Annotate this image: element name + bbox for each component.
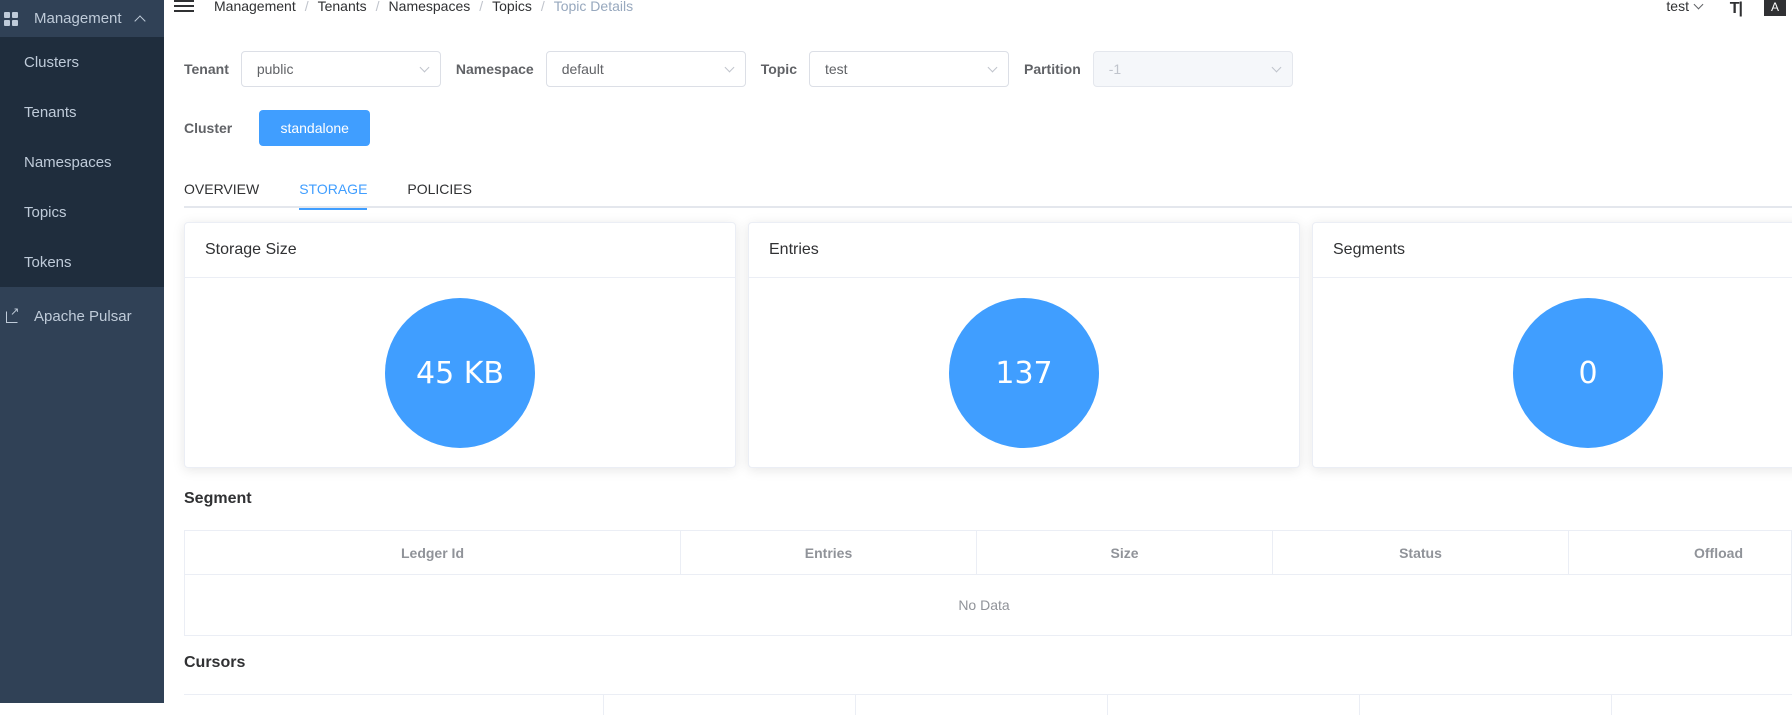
storage-size-card: Storage Size 45 KB [184,222,736,468]
tenant-select-value: public [256,61,294,77]
breadcrumb: Management / Tenants / Namespaces / Topics /… [214,0,634,14]
namespace-select-value: default [561,61,604,77]
partition-select-value: -1 [1108,61,1122,77]
sidebar-item-label: Namespaces [24,153,112,171]
topic-tabs: OVERVIEW STORAGE POLICIES [184,172,1792,210]
cluster-label: Cluster [184,120,233,136]
partition-select: -1 [1092,51,1293,87]
hamburger-menu-icon[interactable] [174,0,194,12]
topbar: Management / Tenants / Namespaces / Topics /… [164,0,1792,18]
tab-overview[interactable]: OVERVIEW [184,172,259,208]
sidebar-item-clusters[interactable]: Clusters [0,37,164,87]
chevron-down-icon [987,62,998,73]
sidebar-item-tokens[interactable]: Tokens [0,237,164,287]
partition-label: Partition [1023,61,1081,77]
cluster-standalone-button[interactable]: standalone [259,110,371,146]
entries-card: Entries 137 [748,222,1300,468]
chevron-down-icon [724,62,735,73]
sidebar-item-label: Topics [24,203,67,221]
sidebar-submenu: Clusters Tenants Namespaces Topics Token… [0,37,164,287]
card-title: Entries [749,223,1299,278]
column-size[interactable]: Size [977,531,1273,574]
tab-storage[interactable]: STORAGE [299,172,368,210]
filter-bar: Tenant public Namespace default Topic te… [184,51,1308,87]
main-content: Management / Tenants / Namespaces / Topics /… [164,0,1792,715]
topic-label: Topic [760,61,797,77]
column-entries[interactable]: Entries [681,531,977,574]
sidebar: Management Clusters Tenants Namespaces T… [0,0,164,703]
storage-cards: Storage Size 45 KB Entries 137 Segments … [184,222,1792,468]
tenant-select[interactable]: public [240,51,441,87]
segments-card: Segments 0 [1312,222,1792,468]
user-dropdown[interactable]: test [1666,0,1704,14]
sidebar-item-label: Tokens [24,253,72,271]
card-title: Segments [1313,223,1792,278]
language-icon[interactable]: A [1764,0,1786,16]
chevron-up-icon [133,14,146,27]
tenant-label: Tenant [184,61,229,77]
sidebar-menu-management[interactable]: Management [0,0,164,37]
card-title: Storage Size [185,223,735,278]
text-size-icon[interactable]: T| [1730,0,1743,18]
namespace-label: Namespace [455,61,534,77]
sidebar-item-label: Clusters [24,53,80,71]
entries-value: 137 [949,298,1099,448]
table-header: Ledger Id Entries Size Status Offload [185,531,1791,575]
sidebar-item-label: Tenants [24,103,77,121]
storage-size-value: 45 KB [385,298,535,448]
username: test [1666,0,1689,14]
breadcrumb-tenants[interactable]: Tenants [318,0,367,14]
cursors-section-title: Cursors [184,654,246,671]
segment-table: Ledger Id Entries Size Status Offload No… [184,530,1792,636]
namespace-select[interactable]: default [545,51,746,87]
chevron-down-icon [419,62,430,73]
cluster-row: Cluster standalone [184,110,371,146]
breadcrumb-topics[interactable]: Topics [492,0,532,14]
topic-select[interactable]: test [808,51,1009,87]
chevron-down-icon [1271,62,1282,73]
empty-text: No Data [958,597,1010,613]
column-status[interactable]: Status [1273,531,1569,574]
apps-grid-icon [4,11,18,26]
segments-value: 0 [1513,298,1663,448]
sidebar-item-topics[interactable]: Topics [0,187,164,237]
breadcrumb-current: Topic Details [553,0,634,14]
sidebar-header-label: Management [34,10,122,27]
sidebar-link-label: Apache Pulsar [34,307,132,325]
breadcrumb-namespaces[interactable]: Namespaces [389,0,471,14]
chevron-down-icon [1693,0,1704,9]
column-offload[interactable]: Offload [1569,531,1791,574]
breadcrumb-management[interactable]: Management [214,0,296,14]
cursors-table [184,694,1792,715]
sidebar-link-apache-pulsar[interactable]: Apache Pulsar [0,287,164,345]
tab-policies[interactable]: POLICIES [407,172,472,208]
segment-section-title: Segment [184,490,252,507]
external-link-icon [6,305,20,323]
sidebar-item-tenants[interactable]: Tenants [0,87,164,137]
column-ledger-id[interactable]: Ledger Id [185,531,681,574]
sidebar-item-namespaces[interactable]: Namespaces [0,137,164,187]
topic-select-value: test [824,61,848,77]
